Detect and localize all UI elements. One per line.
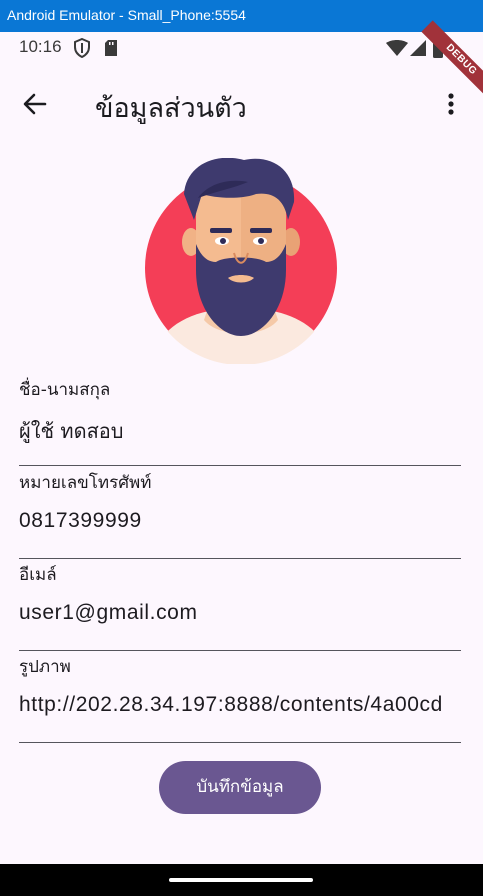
app-bar: ข้อมูลส่วนตัว <box>0 64 483 144</box>
status-bar: 10:16 <box>0 32 483 64</box>
email-label: อีเมล์ <box>19 565 57 585</box>
wifi-icon <box>386 40 408 56</box>
window-titlebar: Android Emulator - Small_Phone:5554 <box>0 0 483 32</box>
back-arrow-icon[interactable] <box>20 89 50 119</box>
more-vert-icon[interactable] <box>440 89 462 119</box>
home-gesture-handle[interactable] <box>169 878 313 882</box>
profile-avatar <box>145 158 337 364</box>
save-button-label: บันทึกข้อมูล <box>196 777 284 797</box>
name-label: ชื่อ-นามสกุล <box>19 380 111 400</box>
name-field[interactable]: ชื่อ-นามสกุล ผู้ใช้ ทดสอบ <box>19 376 461 466</box>
save-button[interactable]: บันทึกข้อมูล <box>159 761 321 814</box>
image-url-label: รูปภาพ <box>19 657 71 677</box>
page-title: ข้อมูลส่วนตัว <box>95 93 247 124</box>
image-url-input[interactable]: http://202.28.34.197:8888/contents/4a00c… <box>19 693 461 717</box>
window-title: Android Emulator - Small_Phone:5554 <box>7 7 246 23</box>
status-time: 10:16 <box>19 37 62 56</box>
system-nav-bar <box>0 864 483 896</box>
email-field[interactable]: อีเมล์ user1@gmail.com <box>19 561 461 651</box>
phone-input[interactable]: 0817399999 <box>19 509 461 533</box>
signal-icon <box>410 40 426 56</box>
email-input[interactable]: user1@gmail.com <box>19 601 461 625</box>
phone-field[interactable]: หมายเลขโทรศัพท์ 0817399999 <box>19 469 461 559</box>
name-input[interactable]: ผู้ใช้ ทดสอบ <box>19 415 461 447</box>
image-url-field[interactable]: รูปภาพ http://202.28.34.197:8888/content… <box>19 653 461 743</box>
shield-icon <box>74 38 90 58</box>
sd-card-icon <box>105 40 117 56</box>
phone-label: หมายเลขโทรศัพท์ <box>19 473 152 493</box>
